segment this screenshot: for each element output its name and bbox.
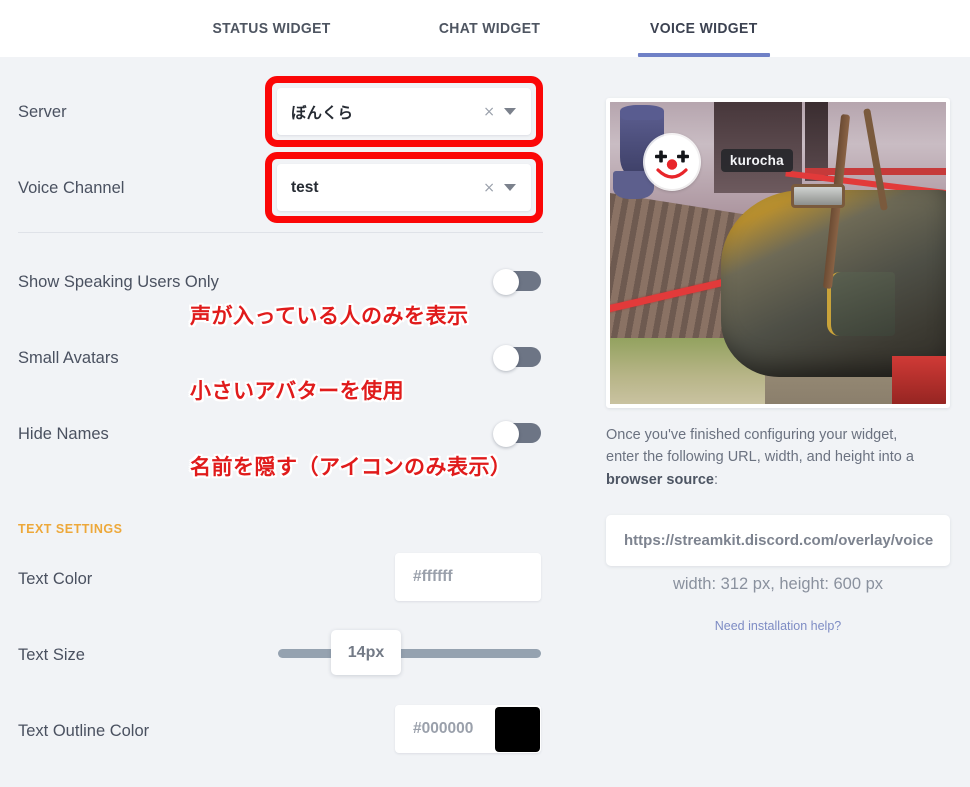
annotation-text-small-avatars: 小さいアバターを使用 [190,379,405,403]
row-small-avatars: Small Avatars [18,347,543,369]
widget-tabs: STATUS WIDGET CHAT WIDGET VOICE WIDGET [0,0,970,57]
toggle-knob [493,269,519,295]
streamkit-voice-widget-page: STATUS WIDGET CHAT WIDGET VOICE WIDGET S… [0,0,970,787]
overlay-dimensions: width: 312 px, height: 600 px [672,575,884,593]
scene-lantern-roof [620,105,664,120]
voice-channel-clear-icon[interactable]: × [479,181,504,195]
show-speaking-users-only-label: Show Speaking Users Only [18,272,219,291]
text-settings-heading: TEXT SETTINGS [18,522,123,536]
server-select[interactable]: ぼんくら × [277,88,531,135]
slider-track[interactable] [278,649,541,658]
toggle-knob [493,345,519,371]
voice-channel-label: Voice Channel [18,178,125,197]
text-outline-color-value: #000000 [413,720,474,737]
settings-divider [18,232,543,233]
installation-help-link[interactable]: Need installation help? [606,619,950,633]
preview-username: kurocha [720,148,793,172]
toggle-small-avatars[interactable] [493,345,541,371]
text-color-value: #ffffff [413,568,453,585]
setup-instructions-text-b: : [714,471,719,488]
toggle-knob [493,421,519,447]
annotation-text-hide-names: 名前を隠す（アイコンのみ表示） [190,455,512,479]
server-label: Server [18,102,67,121]
setup-instructions-text-a: Once you've finished configuring your wi… [606,427,914,466]
scene-payload-plate [827,271,896,336]
server-chevron-down-icon[interactable] [504,108,516,115]
text-outline-color-swatch[interactable] [495,706,540,752]
setup-instructions: Once you've finished configuring your wi… [606,424,926,491]
annotation-text-show-speaking-users-only: 声が入っている人のみを表示 [190,304,469,328]
voice-channel-select[interactable]: test × [277,164,531,211]
toggle-hide-names[interactable] [493,421,541,447]
text-color-field[interactable]: #ffffff [395,553,541,601]
voice-channel-chevron-down-icon[interactable] [504,184,516,191]
server-select-value: ぼんくら [291,104,354,122]
server-clear-icon[interactable]: × [479,105,504,119]
tab-voice-widget-label: VOICE WIDGET [650,20,758,37]
widget-preview: kurocha [606,98,950,408]
overlay-url-value: https://streamkit.discord.com/overlay/vo… [624,532,934,549]
browser-source-emphasis: browser source [606,471,714,488]
row-show-speaking-users-only: Show Speaking Users Only [18,271,543,293]
text-color-label: Text Color [18,569,93,588]
preview-panel: kurocha Once you've finished configuring… [570,57,970,787]
slider-thumb[interactable]: 14px [331,630,401,675]
overlay-url-field[interactable]: https://streamkit.discord.com/overlay/vo… [606,515,950,566]
hide-names-label: Hide Names [18,424,109,443]
clown-face-icon [645,135,700,190]
row-hide-names: Hide Names [18,423,543,445]
small-avatars-label: Small Avatars [18,348,119,367]
tab-chat-widget-label: CHAT WIDGET [439,20,541,37]
settings-panel: Server ぼんくら × Voice Channel test × Show … [0,57,570,787]
tab-status-widget-label: STATUS WIDGET [212,20,331,37]
preview-canvas: kurocha [610,102,946,404]
scene-red-crate [892,355,946,404]
scene-metal-block [791,183,846,208]
text-color-swatch[interactable] [495,554,540,600]
scene-doorway [714,102,802,193]
toggle-show-speaking-users-only[interactable] [493,269,541,295]
tab-chat-widget[interactable]: CHAT WIDGET [419,0,561,57]
text-size-slider[interactable]: 14px [278,630,541,675]
text-outline-color-label: Text Outline Color [18,721,150,740]
tab-voice-widget[interactable]: VOICE WIDGET [630,0,778,57]
tab-status-widget[interactable]: STATUS WIDGET [192,0,351,57]
text-outline-color-field[interactable]: #000000 [395,705,541,753]
voice-channel-select-value: test [291,178,319,196]
text-size-label: Text Size [18,645,85,664]
